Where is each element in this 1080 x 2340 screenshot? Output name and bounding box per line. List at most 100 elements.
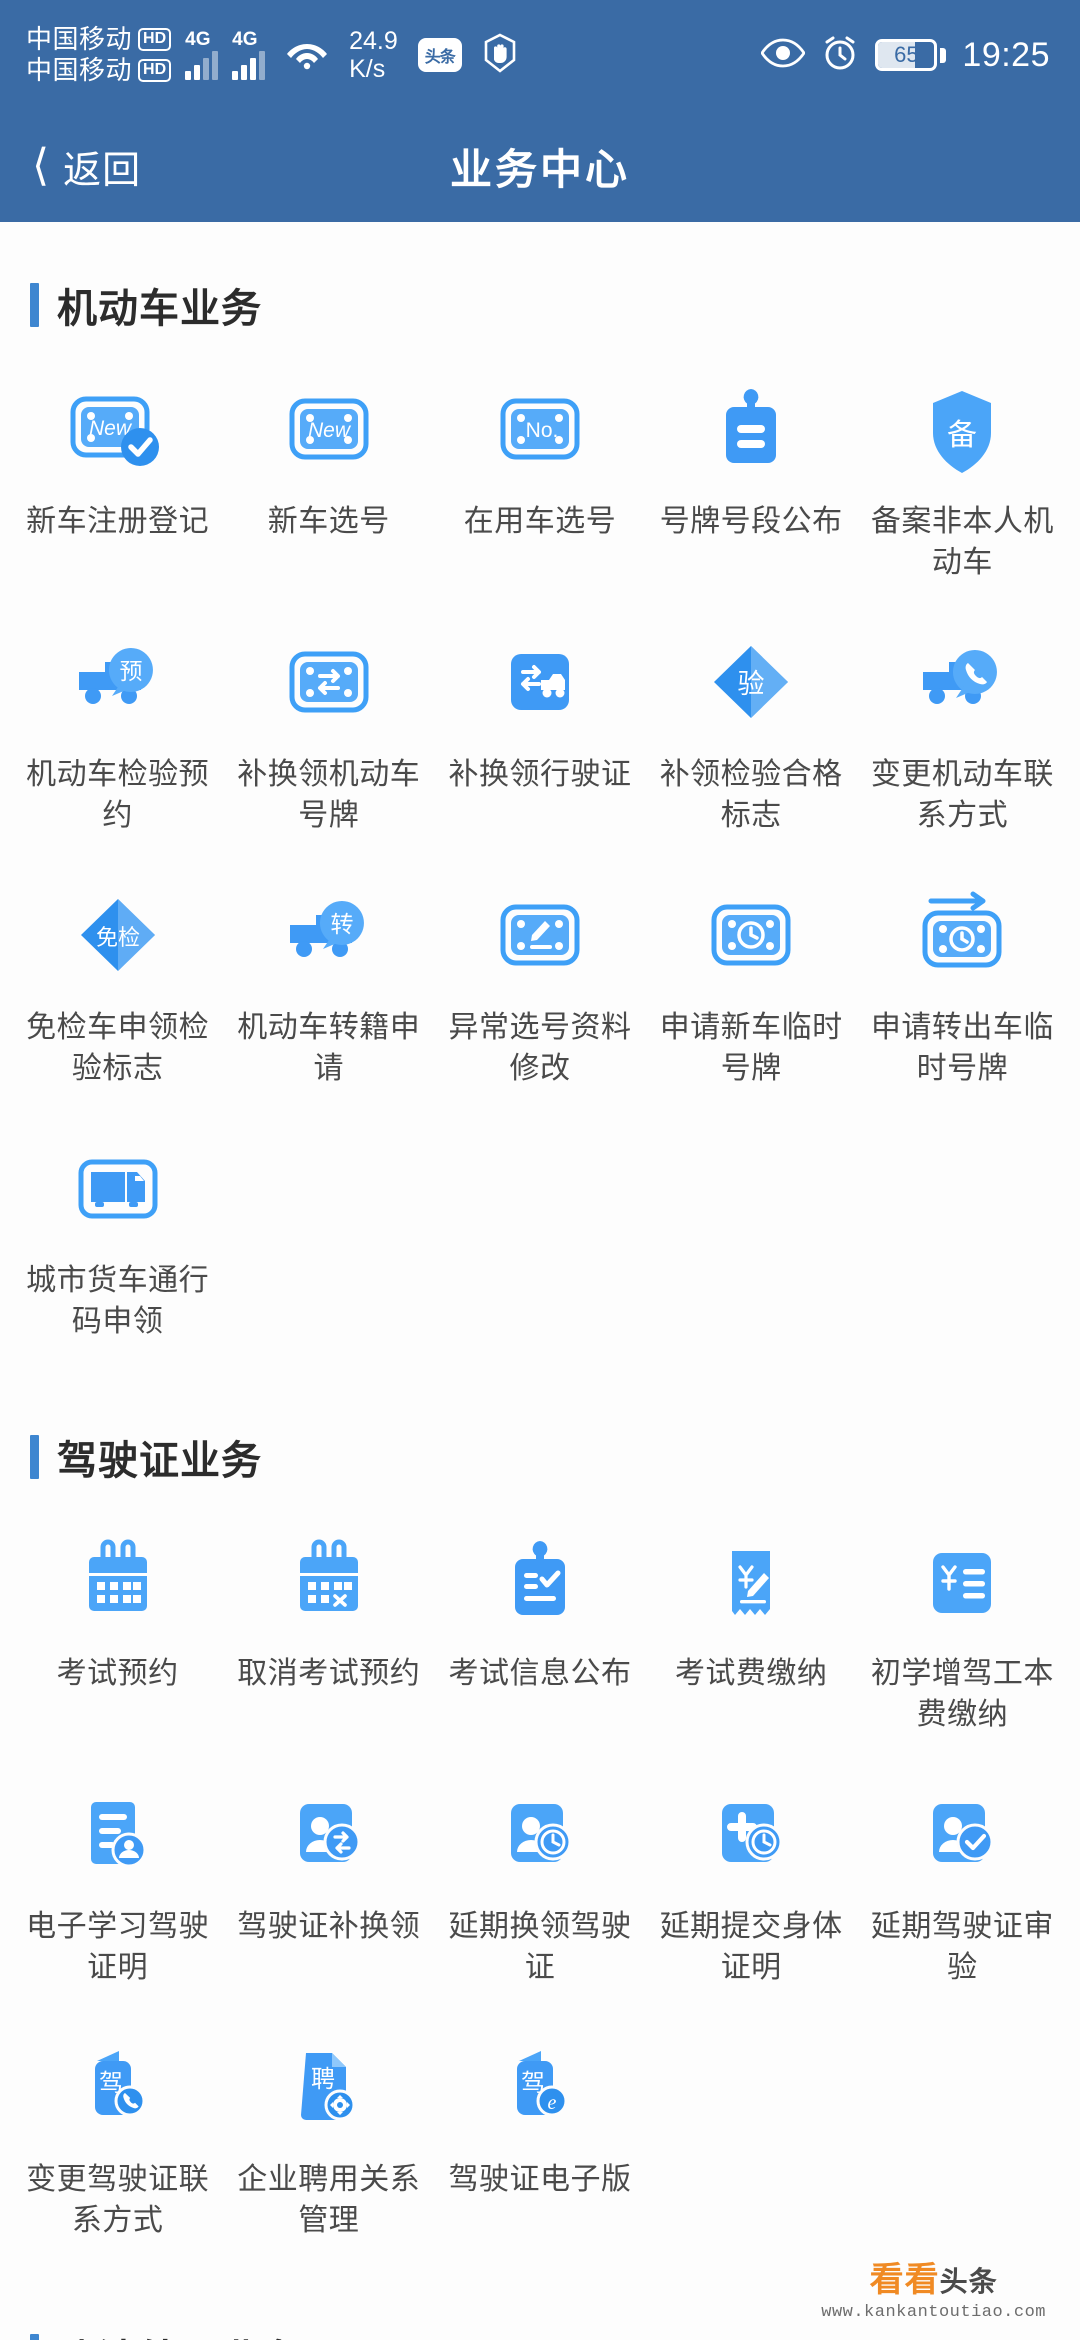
signal-group-2: 4G	[232, 29, 266, 80]
carrier-stack: 中国移动 HD 中国移动 HD	[26, 24, 172, 85]
document-person-icon	[63, 1787, 173, 1889]
battery-icon: 65	[875, 39, 947, 71]
section-title: 驾驶证业务	[57, 1439, 262, 1483]
tile-exam-fee-payment[interactable]: 考试费缴纳	[646, 1516, 857, 1761]
clipboard-check-icon	[485, 1534, 595, 1636]
section-title: 违法处理业务	[57, 2327, 303, 2340]
tile-replace-driving-license-card[interactable]: 补换领行驶证	[434, 617, 645, 862]
tile-grid-driver-license: 考试预约 取消考试预约 考试信息公布 考试费缴纳 初学增驾工本费缴纳 电子学习驾…	[0, 1498, 1080, 2267]
carrier-name-2: 中国移动	[26, 55, 133, 85]
tile-label: 新车注册登记	[26, 505, 210, 538]
tile-label: 初学增驾工本费缴纳	[870, 1657, 1054, 1731]
tile-label: 延期提交身体证明	[659, 1910, 843, 1984]
person-clock-icon	[485, 1787, 595, 1889]
tile-label: 延期驾驶证审验	[870, 1910, 1054, 1984]
tile-label: 异常选号资料修改	[448, 1011, 632, 1085]
tile-cancel-exam-appointment[interactable]: 取消考试预约	[223, 1516, 434, 1761]
tile-label: 免检车申领检验标志	[26, 1011, 210, 1085]
hand-icon	[480, 33, 520, 78]
status-bar: 中国移动 HD 中国移动 HD 4G 4G 24.9 K/s 头条 65 19:…	[0, 0, 1080, 110]
back-button-label: 返回	[63, 149, 142, 192]
person-check-icon	[907, 1787, 1017, 1889]
svg-text:免检: 免检	[96, 926, 140, 951]
tile-label: 驾驶证补换领	[237, 1910, 421, 1943]
tile-label: 变更机动车联系方式	[870, 758, 1054, 832]
hanging-sign-icon	[696, 382, 806, 484]
tile-electronic-driver-license[interactable]: 驾 e 驾驶证电子版	[434, 2022, 645, 2267]
content-area: 机动车业务 New 新车注册登记 New 新车选号 No. 在用车选号 号牌号段…	[0, 222, 1080, 2340]
svg-text:预: 预	[119, 659, 142, 685]
battery-body: 65	[875, 39, 938, 71]
tile-vehicle-inspection-appointment[interactable]: 预 机动车检验预约	[12, 617, 223, 862]
tile-plate-number-range-announcement[interactable]: 号牌号段公布	[646, 364, 857, 609]
status-bar-left: 中国移动 HD 中国移动 HD 4G 4G 24.9 K/s 头条	[26, 24, 520, 85]
tile-grid-motor-vehicle: New 新车注册登记 New 新车选号 No. 在用车选号 号牌号段公布 备 备…	[0, 346, 1080, 1368]
tile-label: 机动车检验预约	[26, 758, 210, 832]
tile-electronic-learning-certificate[interactable]: 电子学习驾驶证明	[12, 1769, 223, 2014]
back-button[interactable]: ⟨ 返回	[0, 139, 141, 194]
tile-label: 考试费缴纳	[674, 1657, 828, 1690]
tile-vehicle-transfer-application[interactable]: 转 机动车转籍申请	[223, 870, 434, 1115]
tile-replace-vehicle-plate[interactable]: 补换领机动车号牌	[223, 617, 434, 862]
tile-new-vehicle-plate-selection[interactable]: New 新车选号	[223, 364, 434, 609]
app-root: 中国移动 HD 中国移动 HD 4G 4G 24.9 K/s 头条 65 19:…	[0, 0, 1080, 2340]
tile-label: 新车选号	[267, 505, 390, 538]
svg-text:备: 备	[947, 418, 977, 453]
tile-change-vehicle-contact[interactable]: 变更机动车联系方式	[857, 617, 1068, 862]
section-accent-bar	[30, 283, 39, 327]
wifi-icon	[285, 36, 329, 75]
tile-license-cost-payment[interactable]: 初学增驾工本费缴纳	[857, 1516, 1068, 1761]
eye-icon	[760, 38, 807, 73]
alarm-clock-icon	[821, 34, 859, 77]
tile-record-non-owner-vehicle[interactable]: 备 备案非本人机动车	[857, 364, 1068, 609]
tile-license-replacement[interactable]: 驾驶证补换领	[223, 1769, 434, 2014]
tile-city-truck-pass-code[interactable]: 城市货车通行码申领	[12, 1123, 223, 1368]
plus-clock-icon	[696, 1787, 806, 1889]
toutiao-app-icon: 头条	[417, 38, 462, 72]
tile-reissue-inspection-mark[interactable]: 验 补领检验合格标志	[646, 617, 857, 862]
tile-deferred-license-review[interactable]: 延期驾驶证审验	[857, 1769, 1068, 2014]
section-accent-bar	[30, 2334, 39, 2340]
svg-text:New: New	[308, 419, 352, 442]
svg-text:e: e	[548, 2092, 557, 2114]
svg-text:转: 转	[330, 912, 353, 938]
plate-no-icon: No.	[485, 382, 595, 484]
svg-text:No.: No.	[526, 419, 559, 442]
tile-new-vehicle-registration[interactable]: New 新车注册登记	[12, 364, 223, 609]
network-speed: 24.9 K/s	[349, 27, 398, 83]
tile-exempt-inspection-mark[interactable]: 免检 免检车申领检验标志	[12, 870, 223, 1115]
tile-label: 城市货车通行码申领	[26, 1264, 210, 1338]
tile-label: 驾驶证电子版	[448, 2163, 632, 2196]
network-speed-unit: K/s	[349, 55, 386, 83]
tile-deferred-license-renewal[interactable]: 延期换领驾驶证	[434, 1769, 645, 2014]
tile-apply-new-vehicle-temp-plate[interactable]: 申请新车临时号牌	[646, 870, 857, 1115]
calendar-icon	[63, 1534, 173, 1636]
section-violation-handling: 违法处理业务	[0, 2273, 1080, 2340]
tile-enterprise-employment-management[interactable]: 聘 企业聘用关系管理	[223, 2022, 434, 2267]
tile-label: 补换领机动车号牌	[237, 758, 421, 832]
plate-swap-icon	[274, 635, 384, 737]
tile-label: 电子学习驾驶证明	[26, 1910, 210, 1984]
section-accent-bar	[30, 1435, 39, 1479]
tile-change-license-contact[interactable]: 驾 变更驾驶证联系方式	[12, 2022, 223, 2267]
tile-label: 在用车选号	[463, 505, 617, 538]
network-type-label-2: 4G	[232, 29, 258, 50]
battery-percent-label: 65	[894, 42, 919, 67]
tile-in-use-vehicle-plate-selection[interactable]: No. 在用车选号	[434, 364, 645, 609]
svg-text:聘: 聘	[311, 2065, 335, 2093]
signal-group-1: 4G	[185, 29, 219, 80]
hd-badge-1: HD	[138, 28, 172, 51]
section-header: 驾驶证业务	[0, 1374, 1080, 1498]
shield-bei-icon: 备	[907, 382, 1017, 484]
car-swap-icon	[485, 635, 595, 737]
tile-exam-info-announcement[interactable]: 考试信息公布	[434, 1516, 645, 1761]
chevron-left-icon: ⟨	[32, 141, 50, 190]
tile-abnormal-plate-data-edit[interactable]: 异常选号资料修改	[434, 870, 645, 1115]
tile-label: 企业聘用关系管理	[237, 2163, 421, 2237]
tile-apply-transfer-out-temp-plate[interactable]: 申请转出车临时号牌	[857, 870, 1068, 1115]
section-header: 机动车业务	[0, 222, 1080, 346]
yen-list-icon	[907, 1534, 1017, 1636]
tile-deferred-medical-certificate[interactable]: 延期提交身体证明	[646, 1769, 857, 2014]
tile-exam-appointment[interactable]: 考试预约	[12, 1516, 223, 1761]
network-type-label-1: 4G	[185, 29, 211, 50]
